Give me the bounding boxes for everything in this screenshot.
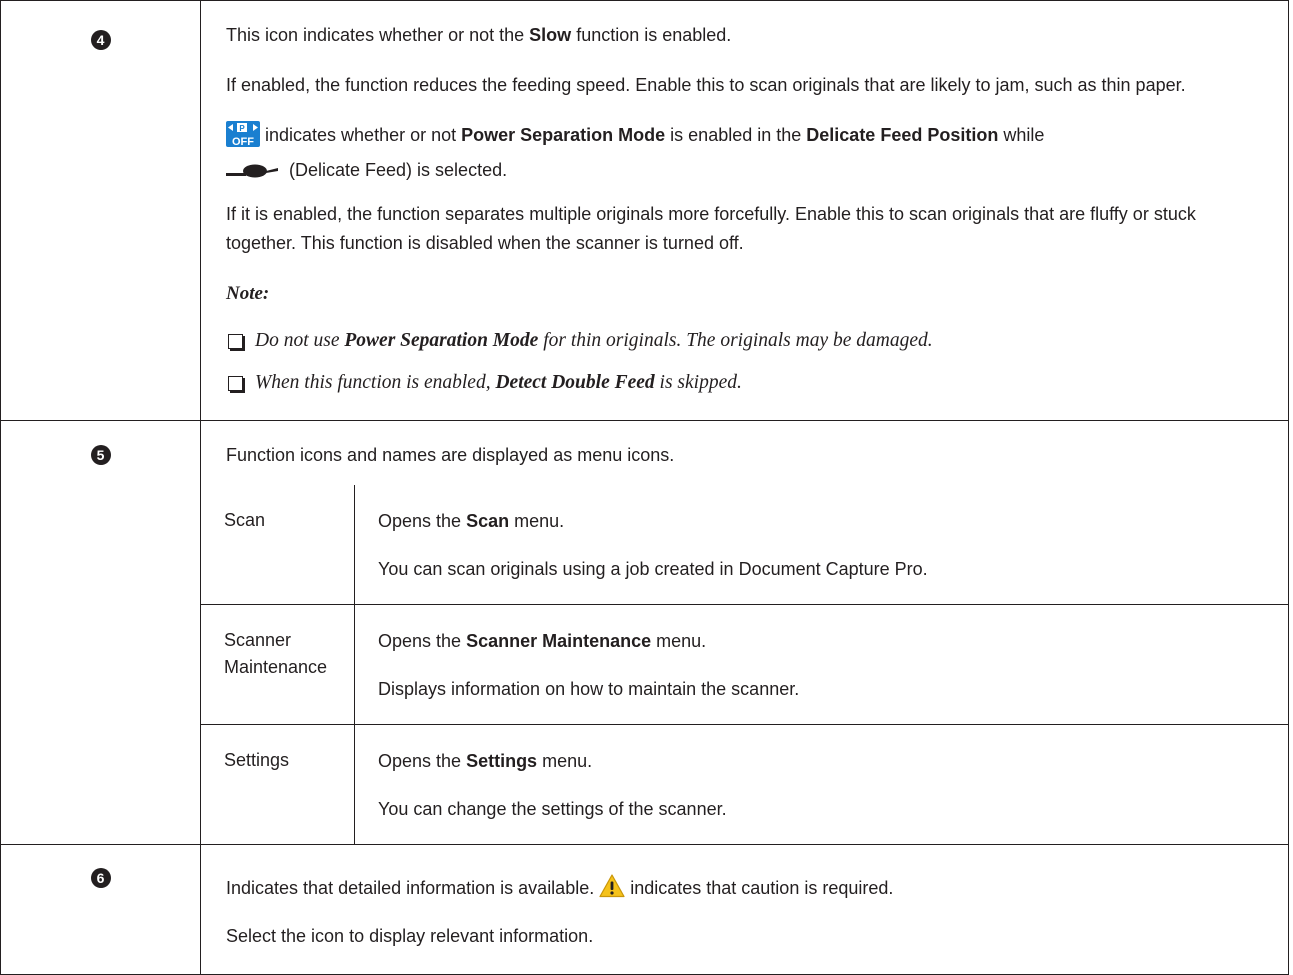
description-cell: This icon indicates whether or not the S… (200, 0, 1289, 421)
table-row: Settings Opens the Settings menu. You ca… (201, 724, 1288, 844)
menu-description: Opens the Scan menu. (378, 511, 565, 531)
detail-info-text: Indicates that detailed information is a… (226, 874, 1266, 907)
menu-icons-intro: Function icons and names are displayed a… (226, 445, 675, 465)
circled-number: 4 (90, 30, 111, 50)
select-icon-text: Select the icon to display relevant info… (226, 926, 594, 946)
table-row: 6 Indicates that detailed information is… (0, 844, 1289, 975)
number-cell: 6 (0, 844, 201, 975)
enabled-detail: If it is enabled, the function separates… (226, 204, 1196, 253)
table-row: 4 This icon indicates whether or not the… (0, 0, 1289, 421)
note-block: Note: Do not use Power Separation Mode f… (226, 279, 1266, 395)
note-item: Do not use Power Separation Mode for thi… (226, 329, 1266, 353)
circled-number: 6 (90, 868, 111, 888)
menu-name: Scan (224, 510, 266, 530)
table-row: Scan Opens the Scan menu. You can scan o… (201, 485, 1288, 605)
checkbox-bullet-icon (228, 376, 243, 391)
checkbox-bullet-icon (228, 334, 243, 349)
menu-detail: You can change the settings of the scann… (378, 799, 727, 819)
description-cell: Indicates that detailed information is a… (200, 844, 1289, 975)
menu-name: Settings (224, 750, 290, 770)
menu-icons-table: Scan Opens the Scan menu. You can scan o… (201, 485, 1288, 844)
number-cell: 5 (0, 420, 201, 845)
menu-name: Scanner Maintenance (224, 630, 328, 677)
power-separation-text: P OFF indicates whether or not Power Sep… (226, 121, 1266, 187)
number-cell: 4 (0, 0, 201, 421)
delicate-feed-icon (226, 158, 284, 187)
slow-intro: This icon indicates whether or not the S… (226, 25, 732, 45)
description-cell: Function icons and names are displayed a… (200, 420, 1289, 845)
circled-number: 5 (90, 445, 111, 465)
menu-detail: Displays information on how to maintain … (378, 679, 800, 699)
menu-description: Opens the Scanner Maintenance menu. (378, 631, 707, 651)
table-row: Scanner Maintenance Opens the Scanner Ma… (201, 604, 1288, 725)
table-row: 5 Function icons and names are displayed… (0, 420, 1289, 845)
note-item: When this function is enabled, Detect Do… (226, 371, 1266, 395)
svg-text:OFF: OFF (232, 136, 254, 147)
power-separation-off-icon: P OFF (226, 121, 260, 156)
svg-text:P: P (239, 124, 245, 133)
warning-triangle-icon (599, 874, 625, 907)
slow-detail: If enabled, the function reduces the fee… (226, 75, 1186, 95)
icon-description-table: 4 This icon indicates whether or not the… (0, 0, 1289, 975)
menu-detail: You can scan originals using a job creat… (378, 559, 928, 579)
note-heading: Note: (226, 283, 270, 304)
menu-description: Opens the Settings menu. (378, 751, 593, 771)
